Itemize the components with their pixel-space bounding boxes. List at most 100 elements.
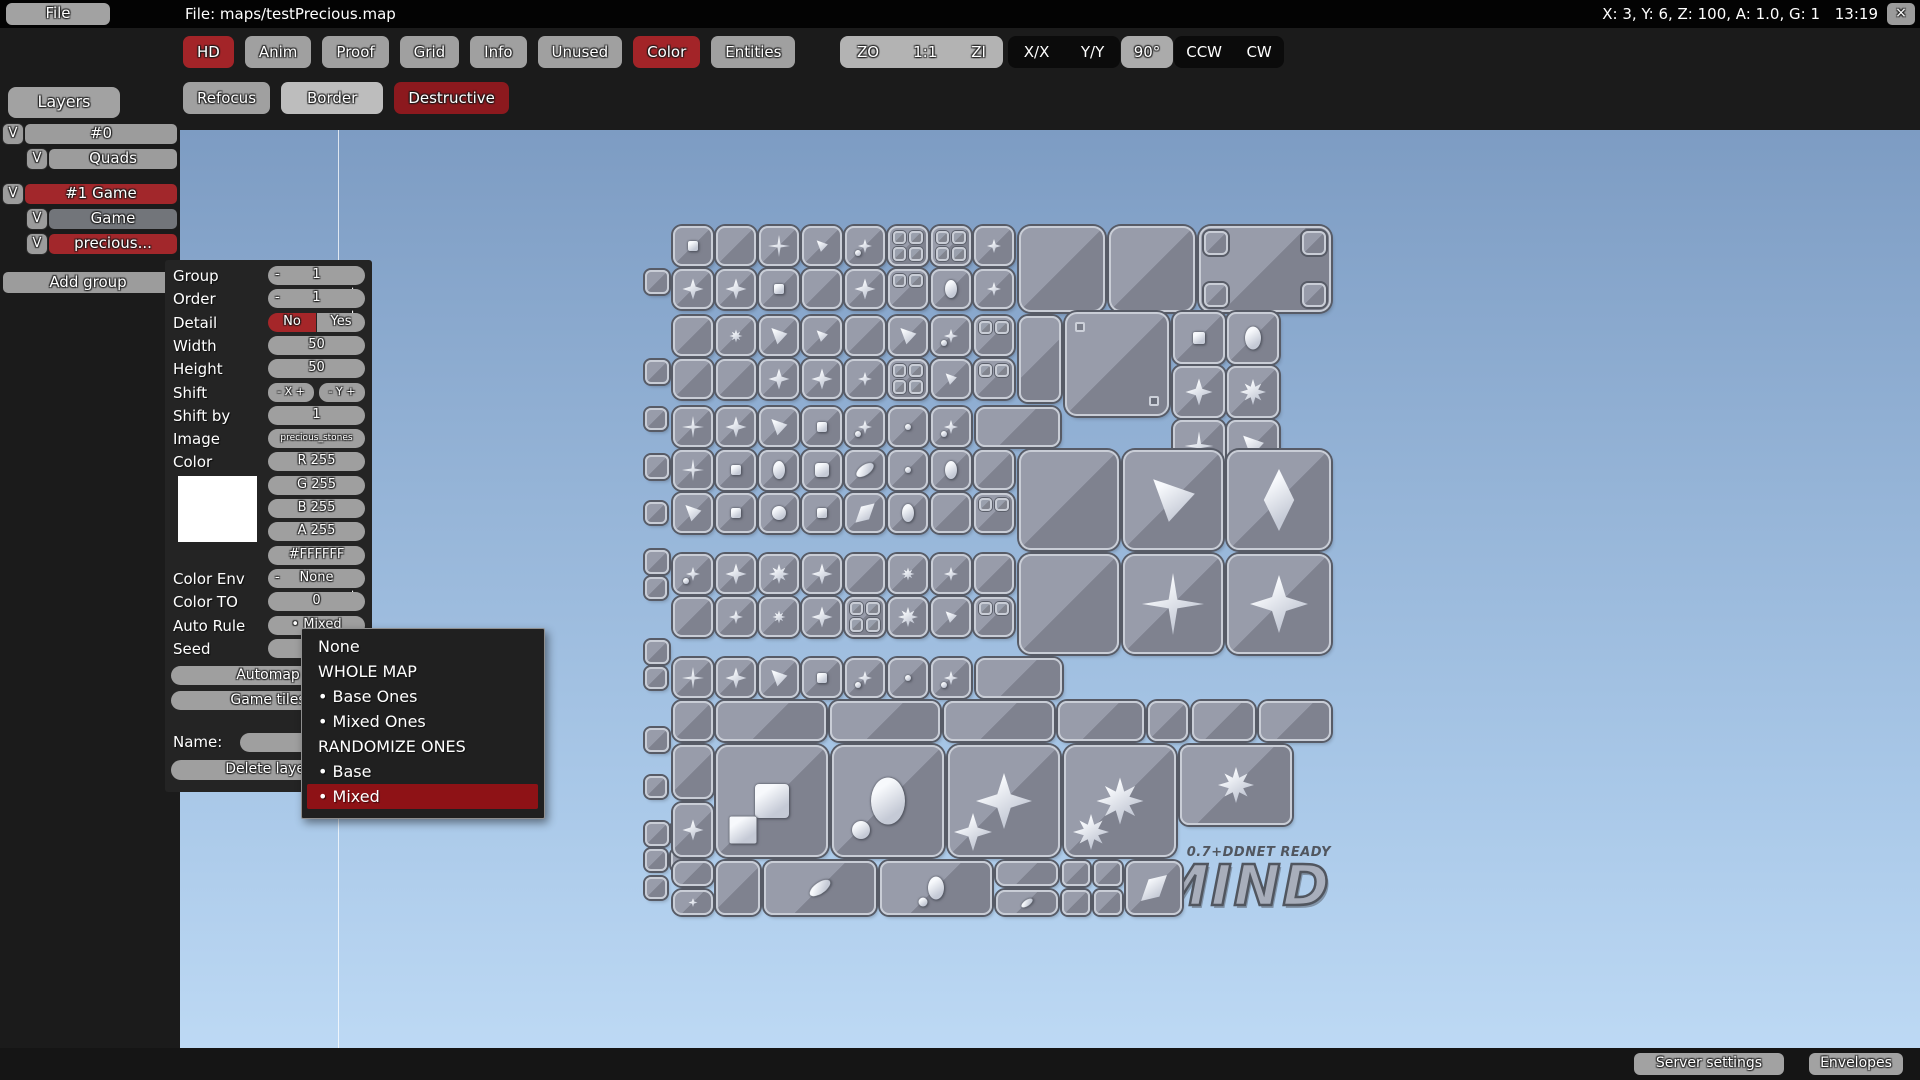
tileset-tile[interactable] [931,597,971,637]
tileset-tile[interactable] [645,849,667,871]
tileset-tile[interactable] [931,316,971,356]
color-swatch[interactable] [178,476,257,542]
group-stepper[interactable]: -1+ [268,266,365,285]
tileset-tile[interactable] [716,359,756,399]
tileset-tile[interactable] [976,658,1062,698]
tileset-tile[interactable] [1109,226,1195,312]
height-value[interactable]: 50 [268,359,365,378]
tileset-tile[interactable] [673,359,713,399]
tileset-tile[interactable] [1094,890,1122,915]
zoom-zo-button[interactable]: ZO [857,43,879,61]
tileset-tile[interactable] [673,597,713,637]
tileset-tile[interactable] [845,269,885,309]
tileset-tile[interactable] [888,554,928,594]
file-menu-button[interactable]: File [6,3,110,25]
tileset-tile[interactable] [974,597,1014,637]
tileset-tile[interactable] [802,493,842,533]
dropdown-item-mixed[interactable]: • Mixed [307,784,538,809]
layer-visibility-toggle[interactable]: V [27,234,47,254]
detail-toggle[interactable]: NoYes [268,313,365,332]
toolbar-info-button[interactable]: Info [470,36,526,68]
tileset-tile[interactable] [931,359,971,399]
map-canvas[interactable]: 0.7+DDNET READY MIND [180,130,1920,1048]
destructive-button[interactable]: Destructive [394,82,509,114]
toolbar-anim-button[interactable]: Anim [245,36,312,68]
tileset-tile[interactable] [802,658,842,698]
tileset-tile[interactable] [645,667,667,689]
tileset-tile[interactable] [645,270,669,294]
tileset-tile[interactable] [1123,554,1223,654]
tileset-tile[interactable] [845,407,885,447]
tileset-tile[interactable] [1123,450,1223,550]
tileset-tile[interactable] [673,658,713,698]
tileset-tile[interactable] [931,554,971,594]
tileset-tile[interactable] [645,455,669,479]
color-component-value[interactable]: B 255 [268,499,365,518]
tileset-tile[interactable] [759,658,799,698]
tileset-tile[interactable] [645,408,667,430]
tileset-tile[interactable] [974,450,1014,490]
tileset-tile[interactable] [888,493,928,533]
flip-button-group[interactable]: X/XY/Y [1008,36,1120,68]
tileset-tile[interactable] [888,226,928,266]
tileset-tile[interactable] [1199,226,1331,312]
tileset-tile[interactable] [1019,554,1119,654]
tileset-tile[interactable] [802,226,842,266]
layer-visibility-toggle[interactable]: V [27,209,47,229]
flip-x-x-button[interactable]: X/X [1024,43,1050,61]
tileset-tile[interactable] [1259,701,1331,741]
tileset-tile[interactable] [1126,861,1182,915]
zoom-zi-button[interactable]: ZI [971,43,986,61]
rotate-button-group[interactable]: CCWCW [1174,36,1284,68]
detail-option-yes[interactable]: Yes [317,313,365,332]
detail-option-no[interactable]: No [268,313,316,332]
tileset-tile[interactable] [974,493,1014,533]
tileset-tile[interactable] [845,597,885,637]
tileset-tile[interactable] [845,450,885,490]
tileset-tile[interactable] [1192,701,1255,741]
tileset-tile[interactable] [673,407,713,447]
tileset-tile[interactable] [974,359,1014,399]
tileset-tile[interactable] [996,890,1058,915]
tileset-tile[interactable] [759,316,799,356]
tileset-tile[interactable] [888,597,928,637]
tileset-tile[interactable] [716,226,756,266]
dropdown-item-whole-map[interactable]: WHOLE MAP [302,659,544,684]
tileset-tile[interactable] [888,316,928,356]
dropdown-item-base-ones[interactable]: • Base Ones [302,684,544,709]
tileset-tile[interactable] [759,597,799,637]
tileset-tile[interactable] [845,554,885,594]
tileset-tile[interactable] [1058,701,1144,741]
tileset-tile[interactable] [716,861,760,915]
rotate-90-button[interactable]: 90° [1121,36,1173,68]
tileset-tile[interactable] [1227,450,1331,550]
server-settings-button[interactable]: Server settings [1634,1053,1784,1075]
tileset-tile[interactable] [802,450,842,490]
rotate-cw-button[interactable]: CW [1246,43,1271,61]
dropdown-item-mixed-ones[interactable]: • Mixed Ones [302,709,544,734]
tileset-tile[interactable] [716,658,756,698]
layer-visibility-toggle[interactable]: V [27,149,47,169]
layer-visibility-toggle[interactable]: V [3,184,23,204]
tileset-tile[interactable] [802,597,842,637]
tileset-tile[interactable] [974,269,1014,309]
add-group-button[interactable]: Add group [3,272,173,293]
color-component-value[interactable]: G 255 [268,476,365,495]
width-value[interactable]: 50 [268,336,365,355]
zoom-button-group[interactable]: ZO 1:1 ZI [840,36,1003,68]
zoom-1-1-button[interactable]: 1:1 [913,43,937,61]
tileset-tile[interactable] [931,658,971,698]
toolbar-color-button[interactable]: Color [633,36,700,68]
tileset-preview[interactable]: 0.7+DDNET READY MIND [645,220,1335,915]
tileset-tile[interactable] [673,890,713,915]
tileset-tile[interactable] [645,502,667,524]
tileset-tile[interactable] [931,493,971,533]
tileset-tile[interactable] [802,359,842,399]
color-to-value[interactable]: 0 [268,592,365,611]
tileset-tile[interactable] [759,493,799,533]
tileset-tile[interactable] [645,360,669,384]
tileset-tile[interactable] [888,407,928,447]
tileset-tile[interactable] [673,493,713,533]
tileset-tile[interactable] [996,861,1058,886]
tileset-tile[interactable] [974,554,1014,594]
